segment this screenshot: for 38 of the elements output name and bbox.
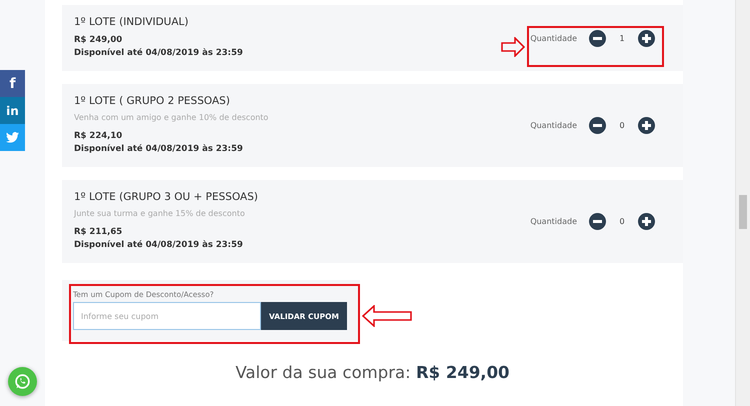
lot-title: 1º LOTE ( GRUPO 2 PESSOAS) (74, 95, 231, 107)
availability-date: Disponível até 04/08/2019 às 23:59 (74, 47, 244, 60)
arrow-icon (362, 305, 412, 327)
facebook-button[interactable]: f (0, 70, 25, 97)
arrow-icon (501, 37, 525, 57)
quantity-value: 1 (618, 34, 626, 42)
quantity-value: 0 (618, 121, 626, 130)
plus-button[interactable] (638, 117, 655, 134)
bird-icon (6, 132, 19, 143)
lot-title: 1º LOTE (INDIVIDUAL) (74, 16, 190, 28)
scrollbar[interactable] (735, 0, 750, 406)
lot-price: R$ 249,00 (74, 34, 124, 47)
lot-description: Venha com um amigo e ganhe 10% de desconto (74, 113, 270, 122)
phone-bubble-icon (14, 373, 31, 390)
plus-icon (642, 217, 651, 226)
minus-button[interactable] (589, 30, 606, 46)
quantity-label: Quantidade (530, 34, 577, 42)
plus-button[interactable] (638, 30, 655, 46)
quantity-value: 0 (618, 217, 626, 226)
twitter-button[interactable] (0, 124, 25, 151)
linkedin-button[interactable]: in (0, 97, 25, 124)
lot-price: R$ 224,10 (74, 130, 124, 143)
quantity-label: Quantidade (530, 121, 577, 130)
minus-button[interactable] (589, 117, 606, 134)
purchase-total: Valor da sua compra: R$ 249,00 (234, 363, 511, 382)
plus-icon (642, 121, 651, 130)
availability-date: Disponível até 04/08/2019 às 23:59 (74, 143, 244, 156)
plus-button[interactable] (638, 213, 655, 230)
availability-date: Disponível até 04/08/2019 às 23:59 (74, 239, 244, 252)
plus-icon (642, 34, 651, 42)
lot-price: R$ 211,65 (74, 226, 124, 239)
quantity-label: Quantidade (530, 217, 577, 226)
minus-button[interactable] (589, 213, 606, 230)
minus-icon (593, 121, 602, 130)
lot-title: 1º LOTE (GRUPO 3 OU + PESSOAS) (74, 191, 260, 203)
lot-description: Junte sua turma e ganhe 15% de desconto (74, 209, 246, 218)
minus-icon (593, 217, 602, 226)
coupon-field[interactable]: Informe seu cupom (73, 302, 261, 330)
